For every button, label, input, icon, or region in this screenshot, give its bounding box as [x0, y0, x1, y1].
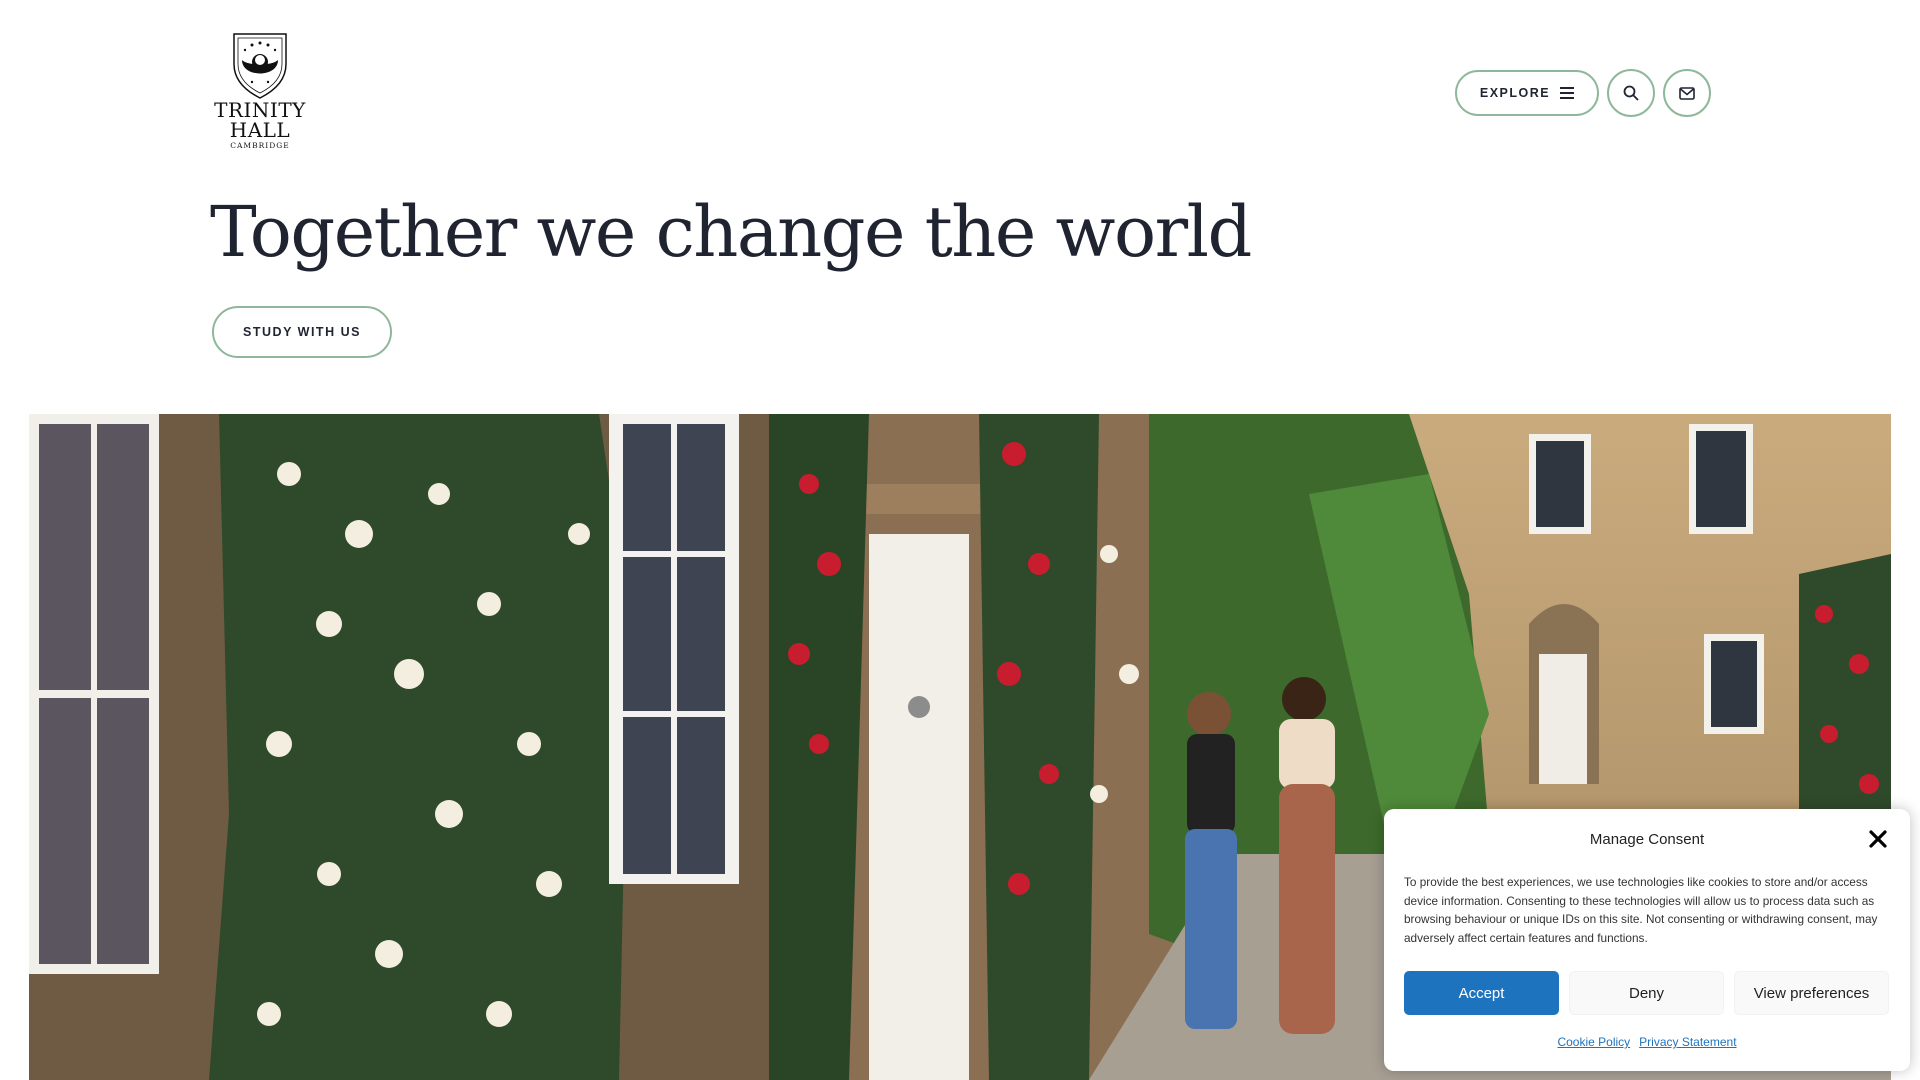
mail-icon	[1679, 86, 1695, 100]
crest-icon	[233, 33, 287, 99]
hamburger-icon	[1560, 87, 1575, 99]
accept-button[interactable]: Accept	[1404, 971, 1559, 1015]
cookie-policy-link[interactable]: Cookie Policy	[1557, 1035, 1630, 1049]
consent-links: Cookie Policy Privacy Statement	[1384, 1035, 1910, 1049]
study-with-us-button[interactable]: STUDY WITH US	[212, 306, 392, 358]
explore-label: EXPLORE	[1479, 86, 1551, 100]
header-nav: EXPLORE	[1455, 69, 1711, 117]
close-icon	[1869, 830, 1887, 848]
logo-text-trinity: TRINITY	[214, 98, 306, 122]
view-preferences-button[interactable]: View preferences	[1734, 971, 1889, 1015]
search-button[interactable]	[1607, 69, 1655, 117]
explore-button[interactable]: EXPLORE	[1455, 70, 1599, 116]
close-button[interactable]	[1866, 827, 1890, 851]
consent-dialog: Manage Consent To provide the best exper…	[1384, 809, 1910, 1071]
deny-button[interactable]: Deny	[1569, 971, 1724, 1015]
consent-body: To provide the best experiences, we use …	[1404, 875, 1878, 945]
privacy-statement-link[interactable]: Privacy Statement	[1639, 1035, 1736, 1049]
college-logo[interactable]: TRINITY HALL CAMBRIDGE	[212, 30, 308, 156]
search-icon	[1623, 85, 1639, 101]
logo-text-hall: HALL	[229, 118, 291, 142]
contact-button[interactable]	[1663, 69, 1711, 117]
page-title: Together we change the world	[210, 191, 1252, 273]
consent-title: Manage Consent	[1589, 831, 1705, 848]
logo-text-cambridge: CAMBRIDGE	[230, 141, 290, 150]
